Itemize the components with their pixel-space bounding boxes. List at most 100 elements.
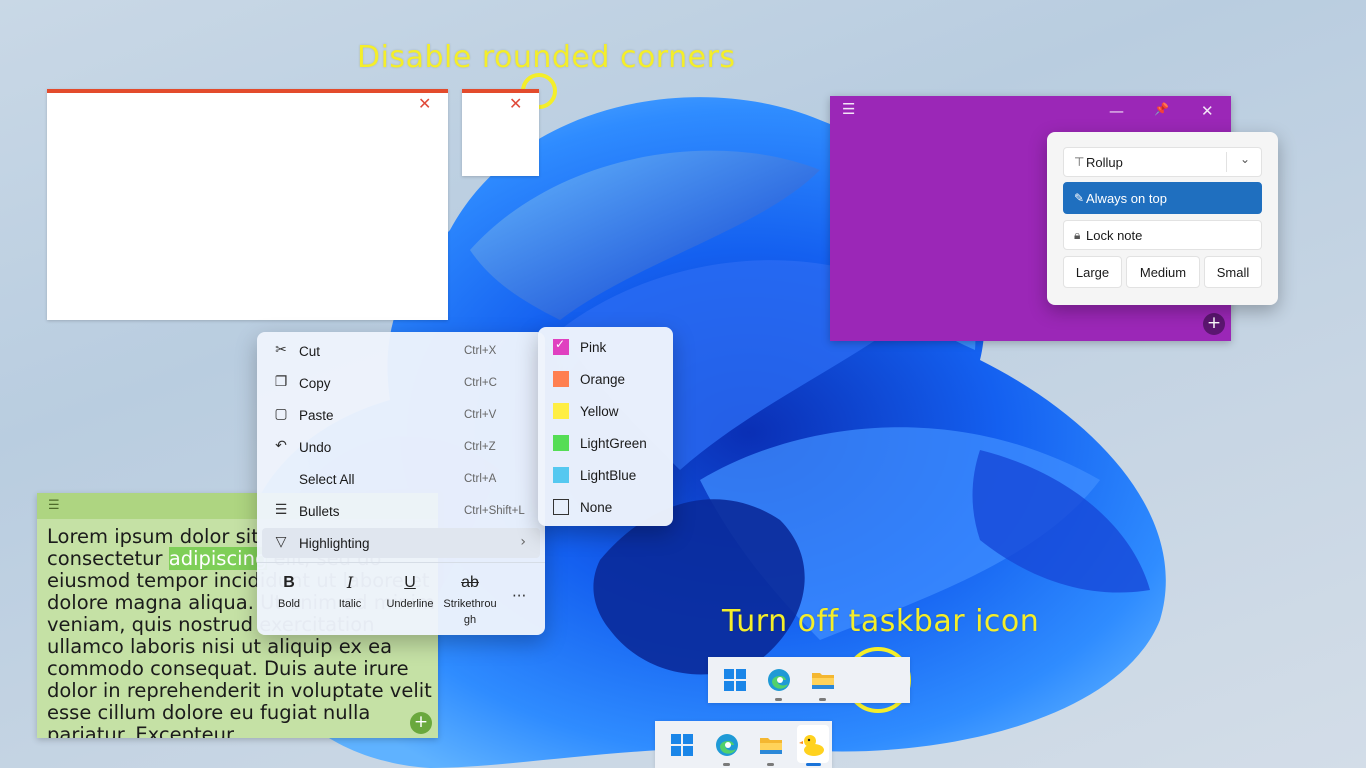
- highlight-color-menu: ✓ Pink Orange Yellow LightGreen LightBlu…: [538, 327, 673, 526]
- swatch-label: Pink: [580, 340, 607, 355]
- size-medium-label: Medium: [1139, 264, 1187, 280]
- yellow-swatch: [553, 403, 569, 419]
- always-on-top-button[interactable]: ✎ Always on top: [1063, 182, 1262, 214]
- running-indicator: [767, 763, 774, 766]
- close-icon[interactable]: ✕: [1201, 102, 1214, 120]
- highlight-lightblue[interactable]: LightBlue: [544, 460, 667, 490]
- format-label: Underline: [386, 598, 434, 610]
- sticky-note-white-large[interactable]: ✕: [47, 89, 448, 320]
- menu-item-label: Bullets: [299, 504, 340, 519]
- strikethrough-icon: ab: [461, 574, 479, 591]
- menu-item-undo[interactable]: ↶ Undo Ctrl+Z: [262, 432, 540, 462]
- menu-item-shortcut: Ctrl+A: [464, 473, 497, 485]
- bullets-icon: ☰: [274, 502, 288, 518]
- format-strikethrough-button[interactable]: ab Strikethrou gh: [440, 570, 500, 628]
- menu-item-paste[interactable]: ▢ Paste Ctrl+V: [262, 400, 540, 430]
- context-menu: ✂ Cut Ctrl+X ❐ Copy Ctrl+C ▢ Paste Ctrl+…: [257, 332, 545, 635]
- format-underline-button[interactable]: U Underline: [380, 570, 440, 612]
- start-icon[interactable]: [721, 666, 749, 694]
- format-label: Italic: [338, 598, 362, 610]
- rollup-icon: ⊤: [1074, 155, 1085, 169]
- highlight-yellow[interactable]: Yellow: [544, 396, 667, 426]
- annotation-taskbar-icon: Turn off taskbar icon: [722, 604, 1040, 639]
- menu-item-shortcut: Ctrl+Z: [464, 441, 496, 453]
- split-divider: [1226, 152, 1227, 172]
- minimize-icon[interactable]: —: [1109, 102, 1124, 120]
- lock-icon: 🔒︎: [1074, 227, 1081, 242]
- file-explorer-icon[interactable]: [757, 731, 785, 759]
- menu-item-label: Select All: [299, 472, 355, 487]
- menu-item-select-all[interactable]: Select All Ctrl+A: [262, 464, 540, 494]
- annotation-rounded-corners: Disable rounded corners: [357, 40, 736, 75]
- highlight-pink[interactable]: ✓ Pink: [544, 332, 667, 362]
- menu-item-shortcut: Ctrl+V: [464, 409, 497, 421]
- format-italic-button[interactable]: I Italic: [320, 570, 380, 612]
- lightgreen-swatch: [553, 435, 569, 451]
- swatch-label: None: [580, 500, 613, 515]
- add-note-button[interactable]: +: [410, 712, 432, 734]
- chevron-down-icon[interactable]: ⌄: [1240, 152, 1250, 166]
- highlight-orange[interactable]: Orange: [544, 364, 667, 394]
- size-large-button[interactable]: Large: [1063, 256, 1122, 288]
- italic-icon: I: [346, 573, 354, 592]
- menu-item-highlighting[interactable]: ▽ Highlighting ›: [262, 528, 540, 558]
- highlighter-icon: ▽: [275, 534, 287, 550]
- format-label: Bold: [277, 598, 301, 610]
- format-label: Strikethrou gh: [443, 598, 497, 626]
- active-indicator: [806, 763, 821, 766]
- more-options-icon[interactable]: ···: [512, 587, 526, 605]
- menu-item-copy[interactable]: ❐ Copy Ctrl+C: [262, 368, 540, 398]
- sticky-note-white-small[interactable]: ✕: [462, 89, 539, 176]
- duck-app-icon[interactable]: [799, 731, 827, 759]
- start-icon[interactable]: [668, 731, 696, 759]
- edge-icon[interactable]: [713, 731, 741, 759]
- menu-item-cut[interactable]: ✂ Cut Ctrl+X: [262, 336, 540, 366]
- close-icon[interactable]: ✕: [418, 94, 431, 113]
- menu-icon[interactable]: ☰: [842, 100, 855, 118]
- file-explorer-icon[interactable]: [809, 666, 837, 694]
- close-icon[interactable]: ✕: [509, 94, 522, 113]
- rollup-label: Rollup: [1086, 154, 1123, 170]
- menu-separator: [257, 562, 545, 563]
- edge-icon[interactable]: [765, 666, 793, 694]
- note-top-bar: [47, 89, 448, 93]
- menu-item-label: Undo: [299, 440, 332, 455]
- copy-icon: ❐: [274, 374, 288, 390]
- menu-item-bullets[interactable]: ☰ Bullets Ctrl+Shift+L: [262, 496, 540, 526]
- format-bold-button[interactable]: B Bold: [259, 570, 319, 612]
- note-options-flyout: ⊤ Rollup ⌄ ✎ Always on top 🔒︎ Lock note …: [1047, 132, 1278, 305]
- check-icon: ✓: [555, 337, 566, 351]
- chevron-right-icon: ›: [520, 534, 526, 550]
- taskbar-preview-without-icon: [708, 657, 910, 703]
- menu-item-label: Copy: [299, 376, 331, 391]
- undo-icon: ↶: [275, 438, 287, 454]
- lock-note-label: Lock note: [1086, 227, 1143, 243]
- pin-icon: ✎: [1074, 191, 1085, 205]
- menu-item-shortcut: Ctrl+X: [464, 345, 497, 357]
- add-note-button[interactable]: +: [1203, 313, 1225, 335]
- running-indicator: [819, 698, 826, 701]
- size-small-label: Small: [1216, 264, 1250, 280]
- none-swatch: [553, 499, 569, 515]
- paste-icon: ▢: [274, 406, 288, 422]
- bold-icon: B: [283, 574, 295, 591]
- menu-item-shortcut: Ctrl+Shift+L: [464, 505, 525, 517]
- swatch-label: Yellow: [580, 404, 619, 419]
- highlight-lightgreen[interactable]: LightGreen: [544, 428, 667, 458]
- lock-note-button[interactable]: 🔒︎ Lock note: [1063, 220, 1262, 250]
- size-medium-button[interactable]: Medium: [1126, 256, 1200, 288]
- underline-icon: U: [404, 574, 416, 591]
- menu-item-label: Cut: [299, 344, 321, 359]
- taskbar-with-icon: [655, 721, 832, 768]
- menu-item-label: Paste: [299, 408, 334, 423]
- swatch-label: LightBlue: [580, 468, 637, 483]
- menu-icon[interactable]: ☰: [48, 498, 60, 513]
- note-top-bar: [462, 89, 539, 93]
- pin-icon[interactable]: 📌: [1154, 102, 1169, 116]
- swatch-label: LightGreen: [580, 436, 647, 451]
- rollup-button[interactable]: ⊤ Rollup ⌄: [1063, 147, 1262, 177]
- highlight-none[interactable]: None: [544, 492, 667, 522]
- size-small-button[interactable]: Small: [1204, 256, 1262, 288]
- scissors-icon: ✂: [275, 342, 287, 358]
- highlighted-text: adipiscing: [168, 547, 268, 570]
